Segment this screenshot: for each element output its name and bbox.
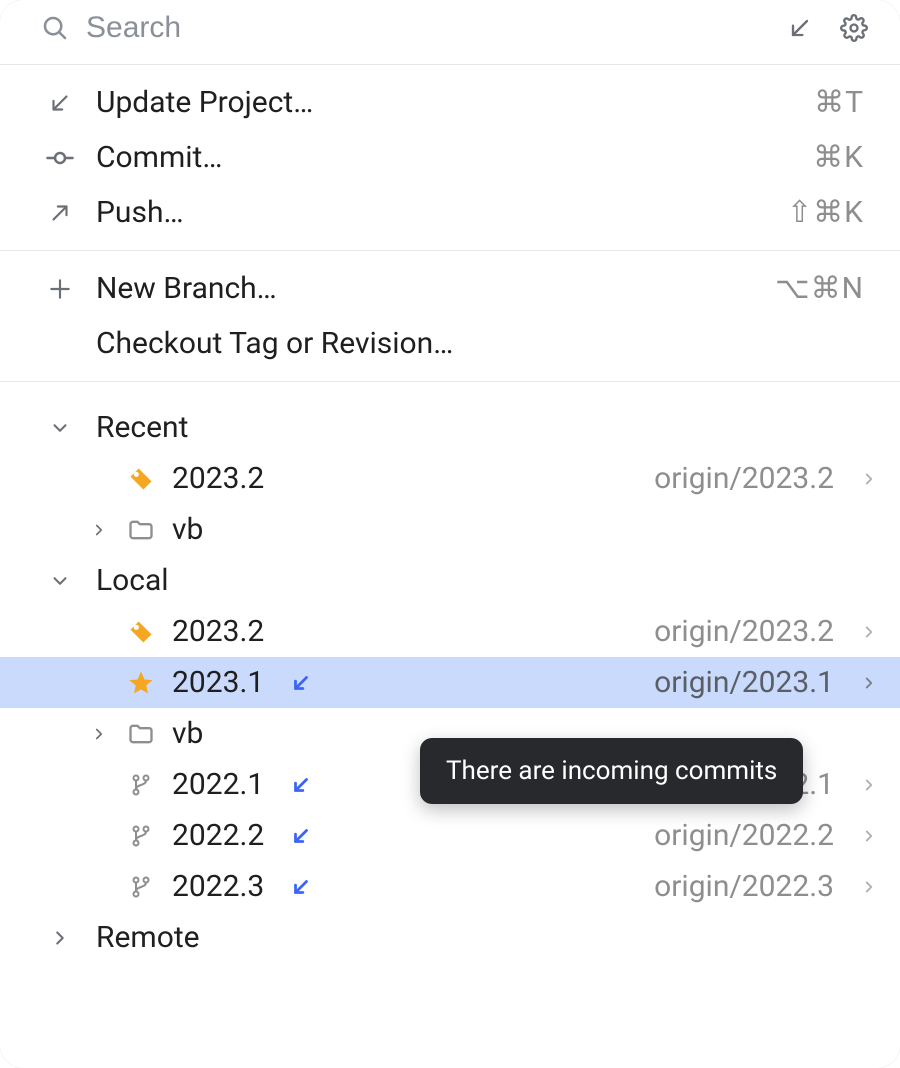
- arrow-up-right-icon: [44, 200, 76, 226]
- branch-row[interactable]: 2022.2 origin/2022.2: [0, 810, 900, 861]
- branch-name: 2022.2: [172, 818, 264, 853]
- branch-folder-row[interactable]: vb: [0, 504, 900, 555]
- plus-icon: [44, 276, 76, 302]
- shortcut: ⌥⌘N: [775, 271, 864, 306]
- shortcut: ⇧⌘K: [787, 195, 864, 230]
- tag-icon: [124, 465, 158, 493]
- incoming-commits-icon: [290, 876, 312, 898]
- chevron-right-icon: [860, 878, 878, 896]
- group-label: Recent: [96, 410, 188, 445]
- branch-name: 2022.1: [172, 767, 264, 802]
- header-actions: [782, 10, 872, 46]
- action-checkout-revision[interactable]: Checkout Tag or Revision…: [0, 316, 900, 371]
- chevron-right-icon: [88, 725, 110, 743]
- action-update-project[interactable]: Update Project… ⌘T: [0, 75, 900, 130]
- action-label: Checkout Tag or Revision…: [96, 326, 864, 361]
- remote-ref: origin/2023.1: [654, 665, 834, 700]
- branch-icon: [124, 875, 158, 899]
- remote-ref: origin/2023.2: [654, 614, 834, 649]
- branch-name: vb: [172, 716, 203, 751]
- chevron-down-icon: [44, 570, 76, 592]
- tag-icon: [124, 618, 158, 646]
- incoming-commits-icon: [290, 672, 312, 694]
- branch-name: 2023.2: [172, 614, 264, 649]
- branch-folder-row[interactable]: vb: [0, 708, 900, 759]
- group-header-recent[interactable]: Recent: [0, 402, 900, 453]
- commit-icon: [44, 143, 76, 173]
- header: [0, 0, 900, 64]
- chevron-right-icon: [44, 927, 76, 949]
- branch-row[interactable]: 2023.2 origin/2023.2: [0, 453, 900, 504]
- action-commit[interactable]: Commit… ⌘K: [0, 130, 900, 185]
- group-header-local[interactable]: Local: [0, 555, 900, 606]
- branch-name: 2023.1: [172, 665, 264, 700]
- chevron-right-icon: [860, 470, 878, 488]
- group-label: Local: [96, 563, 169, 598]
- branch-name: 2023.2: [172, 461, 264, 496]
- fetch-button[interactable]: [782, 10, 818, 46]
- branch-row[interactable]: 2022.1 origin/2022.1: [0, 759, 900, 810]
- search-icon: [40, 13, 70, 43]
- gear-icon[interactable]: [836, 10, 872, 46]
- search-input[interactable]: [84, 10, 768, 46]
- remote-ref: origin/2022.2: [654, 818, 834, 853]
- branch-icon: [124, 824, 158, 848]
- action-label: Push…: [96, 195, 767, 230]
- vcs-popup: Update Project… ⌘T Commit… ⌘K Push… ⇧⌘K: [0, 0, 900, 1068]
- recent-group: Recent 2023.2 origin/2023.2: [0, 382, 900, 973]
- arrow-down-left-icon: [44, 90, 76, 116]
- chevron-right-icon: [860, 827, 878, 845]
- branch-name: 2022.3: [172, 869, 264, 904]
- remote-ref: origin/2022.1: [654, 767, 834, 802]
- branch-row[interactable]: 2022.3 origin/2022.3: [0, 861, 900, 912]
- chevron-right-icon: [860, 776, 878, 794]
- chevron-right-icon: [860, 674, 878, 692]
- incoming-commits-icon: [290, 774, 312, 796]
- star-favorite-icon: [124, 669, 158, 697]
- group-header-remote[interactable]: Remote: [0, 912, 900, 963]
- incoming-commits-icon: [290, 825, 312, 847]
- chevron-right-icon: [860, 623, 878, 641]
- branch-name: vb: [172, 512, 203, 547]
- primary-actions: Update Project… ⌘T Commit… ⌘K Push… ⇧⌘K: [0, 65, 900, 250]
- action-label: Update Project…: [96, 85, 794, 120]
- remote-ref: origin/2022.3: [654, 869, 834, 904]
- action-push[interactable]: Push… ⇧⌘K: [0, 185, 900, 240]
- shortcut: ⌘T: [814, 85, 864, 120]
- group-label: Remote: [96, 920, 200, 955]
- branch-row-selected[interactable]: 2023.1 origin/2023.1: [0, 657, 900, 708]
- shortcut: ⌘K: [813, 140, 864, 175]
- action-label: Commit…: [96, 140, 793, 175]
- branch-icon: [124, 773, 158, 797]
- action-label: New Branch…: [96, 271, 755, 306]
- remote-ref: origin/2023.2: [654, 461, 834, 496]
- chevron-right-icon: [88, 521, 110, 539]
- folder-icon: [124, 720, 158, 748]
- folder-icon: [124, 516, 158, 544]
- chevron-down-icon: [44, 417, 76, 439]
- action-new-branch[interactable]: New Branch… ⌥⌘N: [0, 261, 900, 316]
- branch-actions: New Branch… ⌥⌘N Checkout Tag or Revision…: [0, 251, 900, 381]
- branch-row[interactable]: 2023.2 origin/2023.2: [0, 606, 900, 657]
